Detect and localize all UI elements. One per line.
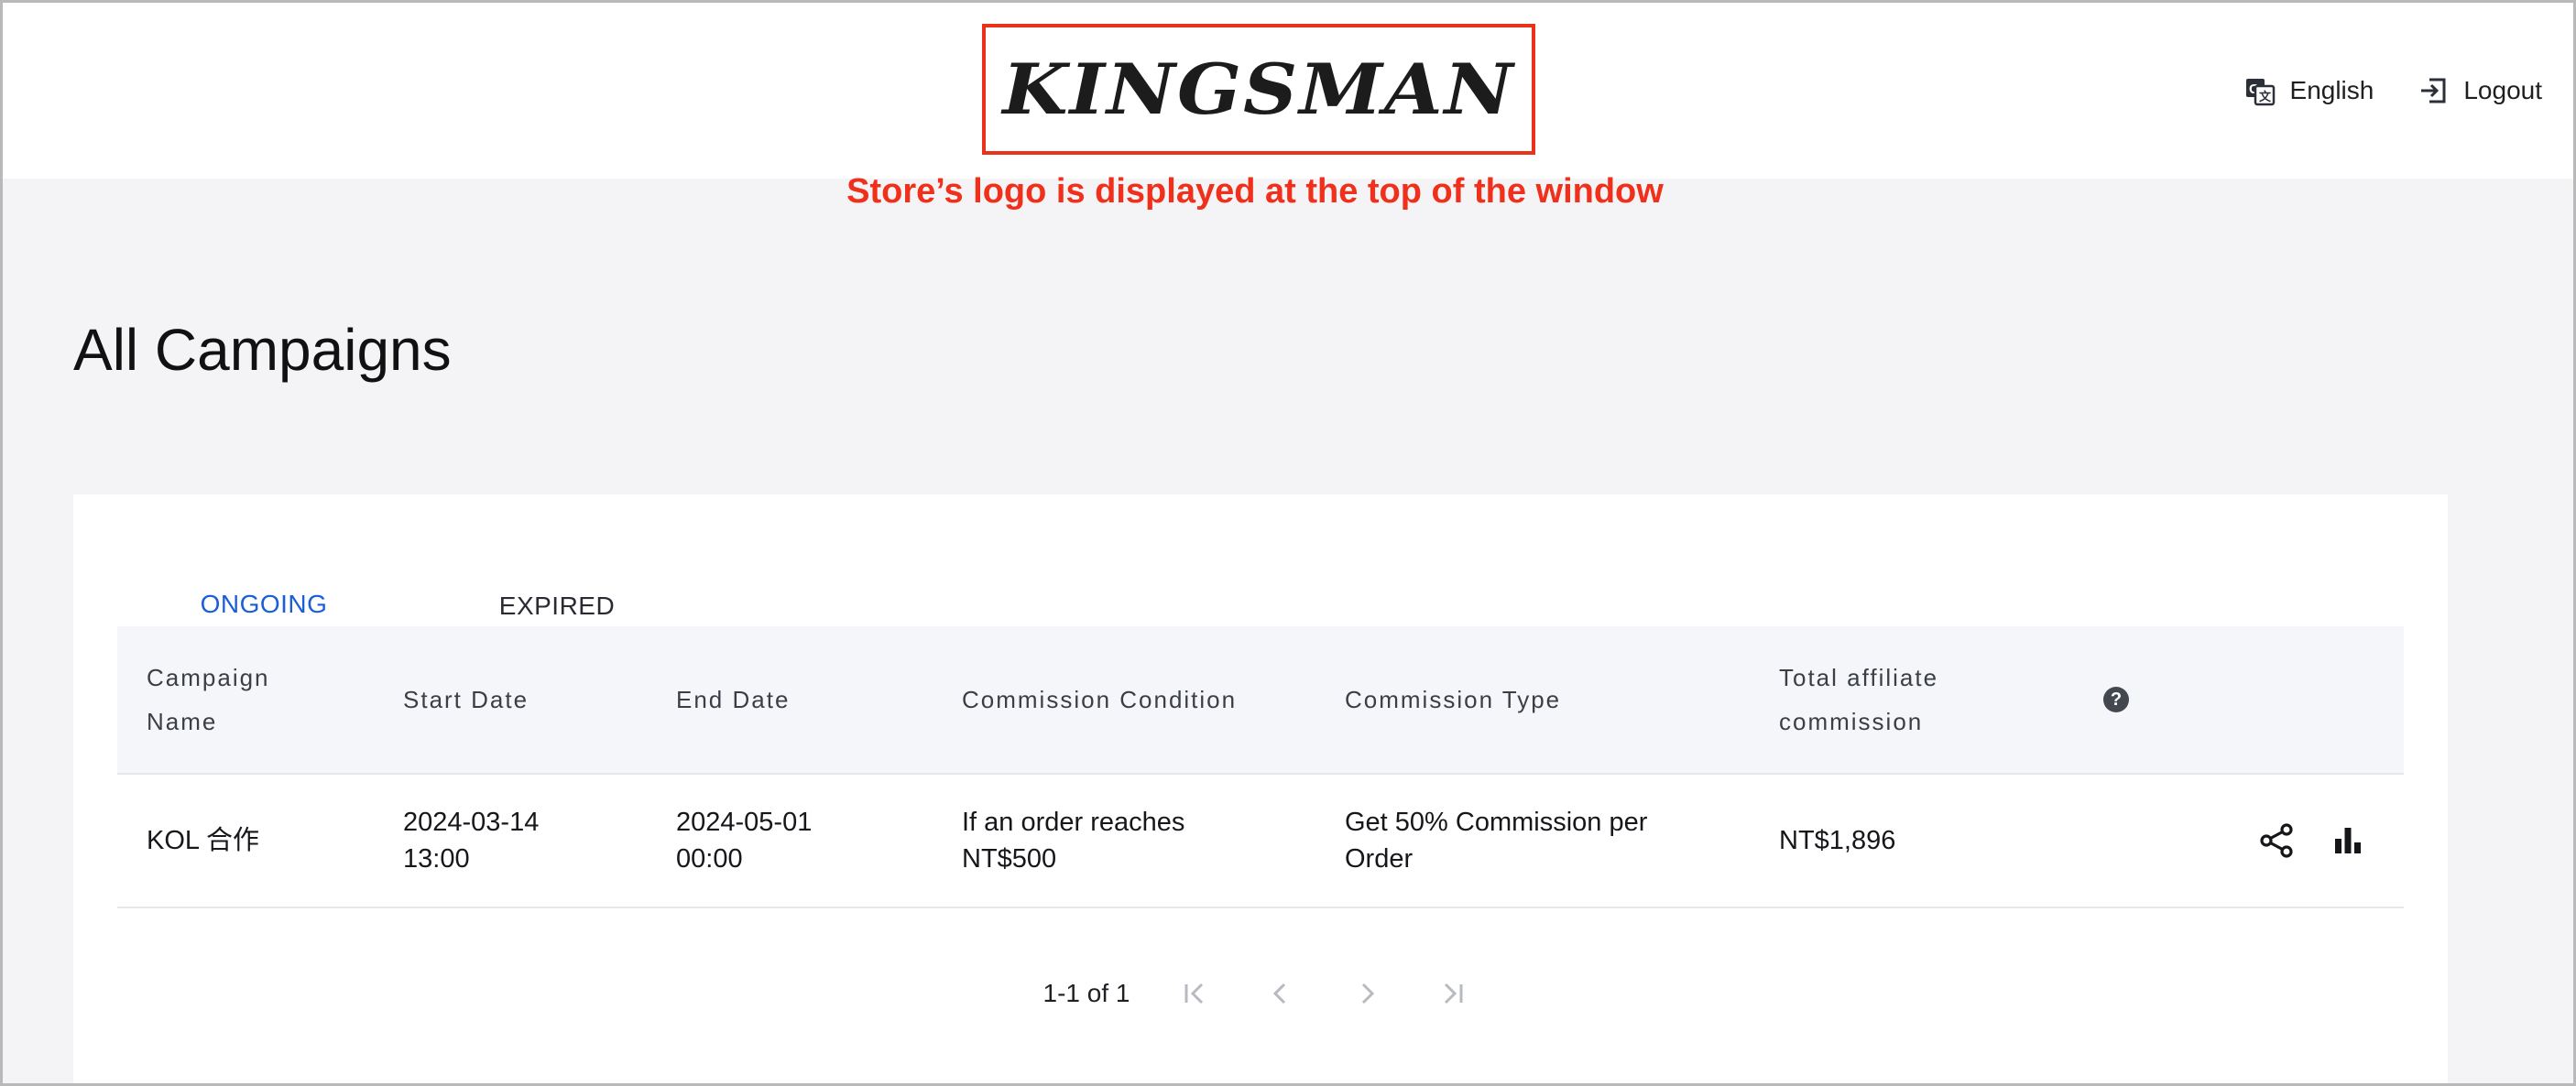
share-button[interactable] bbox=[2257, 821, 2296, 860]
cell-start-date-time: 13:00 bbox=[403, 844, 470, 874]
logout-button[interactable]: Logout bbox=[2418, 75, 2542, 106]
svg-text:文: 文 bbox=[2259, 90, 2272, 103]
header-campaign-name: Campaign Name bbox=[147, 656, 385, 744]
campaigns-card: ONGOING EXPIRED Campaign Name Start Date… bbox=[73, 494, 2448, 1086]
analytics-button[interactable] bbox=[2329, 821, 2367, 860]
cell-end-date-time: 00:00 bbox=[676, 844, 743, 874]
next-page-icon bbox=[1362, 983, 1375, 1005]
logo-annotation: Store’s logo is displayed at the top of … bbox=[846, 172, 1664, 211]
first-page-button[interactable] bbox=[1170, 971, 1219, 1016]
logo-text: KINGSMAN bbox=[1002, 49, 1515, 130]
cell-campaign-name: KOL 合作 bbox=[147, 826, 260, 855]
store-logo: KINGSMAN bbox=[982, 24, 1535, 155]
header-actions: G 文 English Logout bbox=[2244, 69, 2542, 113]
cell-end-date-day: 2024-05-01 bbox=[676, 808, 813, 837]
cell-end-date: 2024-05-01 00:00 bbox=[676, 804, 951, 877]
share-icon bbox=[2260, 823, 2293, 858]
translate-icon: G 文 bbox=[2245, 79, 2275, 106]
header-total-line2: commission bbox=[1779, 708, 1924, 735]
header-commission-type: Commission Type bbox=[1345, 686, 1562, 713]
cell-commission-type: Get 50% Commission per Order bbox=[1345, 804, 1748, 877]
cell-condition-line1: If an order reaches bbox=[962, 808, 1185, 837]
cell-type-line1: Get 50% Commission per bbox=[1345, 808, 1648, 837]
language-selector[interactable]: G 文 English bbox=[2244, 75, 2374, 106]
logout-label: Logout bbox=[2463, 76, 2542, 104]
header-start-date: Start Date bbox=[403, 686, 529, 713]
last-page-button[interactable] bbox=[1428, 971, 1478, 1016]
cell-start-date: 2024-03-14 13:00 bbox=[403, 804, 660, 877]
table-row: KOL 合作 2024-03-14 13:00 2024-05-01 00:00… bbox=[117, 775, 2404, 908]
header-total-line1: Total affiliate bbox=[1779, 664, 1939, 691]
prev-page-button[interactable] bbox=[1256, 971, 1305, 1016]
bar-chart-icon bbox=[2335, 828, 2361, 853]
next-page-button[interactable] bbox=[1342, 971, 1392, 1016]
cell-total-commission: NT$1,896 bbox=[1779, 826, 1896, 855]
row-actions bbox=[2257, 821, 2367, 860]
header-campaign-name-line2: Name bbox=[147, 708, 218, 735]
pagination: 1-1 of 1 bbox=[73, 971, 2448, 1016]
first-page-icon bbox=[1184, 983, 1204, 1005]
campaigns-table: Campaign Name Start Date End Date Commis… bbox=[117, 626, 2404, 908]
header-total-commission: Total affiliate commission bbox=[1779, 656, 2090, 744]
cell-commission-condition: If an order reaches NT$500 bbox=[962, 804, 1328, 877]
language-label: English bbox=[2289, 76, 2374, 104]
cell-type-line2: Order bbox=[1345, 844, 1414, 874]
table-header: Campaign Name Start Date End Date Commis… bbox=[117, 626, 2404, 775]
top-header: KINGSMAN G 文 English Logout bbox=[3, 3, 2573, 179]
logout-icon bbox=[2421, 78, 2446, 103]
prev-page-icon bbox=[1273, 983, 1286, 1005]
cell-condition-line2: NT$500 bbox=[962, 844, 1057, 874]
help-tooltip-trigger[interactable]: ? bbox=[2103, 687, 2140, 712]
help-icon: ? bbox=[2103, 687, 2129, 712]
pagination-info: 1-1 of 1 bbox=[1042, 979, 1130, 1007]
page-title: All Campaigns bbox=[73, 317, 452, 383]
cell-start-date-day: 2024-03-14 bbox=[403, 808, 540, 837]
header-campaign-name-line1: Campaign bbox=[147, 664, 270, 691]
header-commission-condition: Commission Condition bbox=[962, 686, 1238, 713]
last-page-icon bbox=[1445, 983, 1463, 1005]
header-end-date: End Date bbox=[676, 686, 791, 713]
